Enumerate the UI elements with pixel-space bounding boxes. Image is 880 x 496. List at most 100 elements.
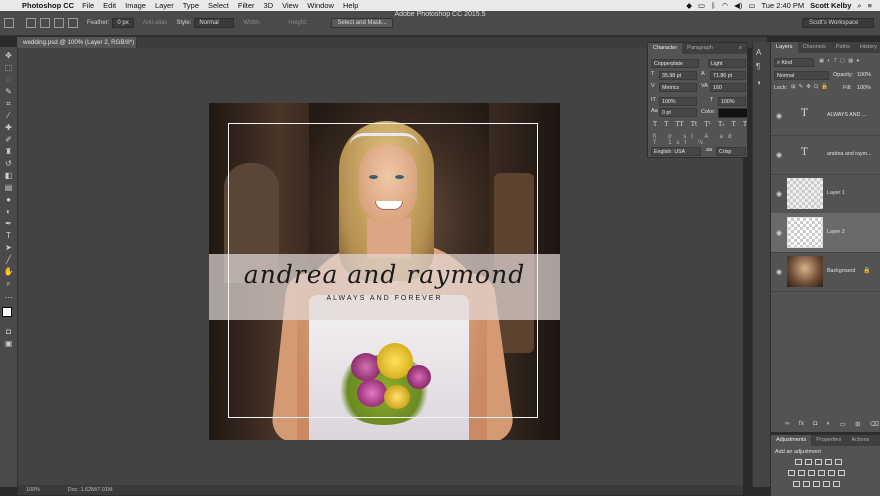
all-caps-button[interactable]: TT [675, 121, 683, 128]
character-panel-icon[interactable]: A [756, 48, 761, 57]
black-white-icon[interactable] [808, 470, 815, 476]
link-layers-icon[interactable]: ∞ [785, 420, 790, 428]
zoom-level[interactable]: 100% [26, 487, 40, 493]
add-selection-icon[interactable] [40, 18, 50, 28]
underline-button[interactable]: T [732, 121, 736, 128]
app-menu[interactable]: Photoshop CC [22, 1, 74, 10]
layer-name[interactable]: ALWAYS AND ... [827, 112, 866, 118]
leading-input[interactable]: 71.86 pt [710, 71, 746, 80]
zoom-tool-icon[interactable]: ⌕ [3, 279, 14, 288]
tab-layers[interactable]: Layers [771, 42, 798, 53]
wifi-icon[interactable]: ◠ [722, 1, 729, 10]
menu-help[interactable]: Help [343, 1, 358, 10]
quick-select-tool-icon[interactable]: ✎ [3, 87, 14, 96]
color-lookup-icon[interactable] [838, 470, 845, 476]
menu-edit[interactable]: Edit [103, 1, 116, 10]
layer-row-selected[interactable]: ◉ Layer 2 [771, 213, 880, 253]
type-tool-icon[interactable]: T [3, 231, 14, 240]
eraser-tool-icon[interactable]: ◧ [3, 171, 14, 180]
horizontal-scale-input[interactable]: 100% [718, 97, 746, 106]
brightness-icon[interactable] [795, 459, 802, 465]
color-panel-icon[interactable]: ◑ [756, 78, 761, 87]
eyedropper-tool-icon[interactable]: ⁄ [3, 111, 14, 120]
faux-italic-button[interactable]: T [664, 121, 668, 128]
layer-filter-icons[interactable]: ▣◐T▢▦● [819, 58, 863, 64]
move-tool-icon[interactable]: ✥ [3, 51, 14, 60]
photo-filter-icon[interactable] [818, 470, 825, 476]
tab-paths[interactable]: Paths [831, 42, 855, 53]
select-and-mask-button[interactable]: Select and Mask... [331, 18, 393, 28]
document-canvas[interactable]: andrea and raymond ALWAYS AND FOREVER [209, 103, 560, 440]
tab-actions[interactable]: Actions [846, 435, 874, 446]
blur-tool-icon[interactable]: ● [3, 195, 14, 204]
visibility-eye-icon[interactable]: ◉ [776, 151, 782, 159]
exposure-icon[interactable] [825, 459, 832, 465]
layer-filter-select[interactable]: ⌕ Kind [774, 58, 814, 67]
foreground-color-swatch[interactable] [2, 307, 12, 317]
bluetooth-icon[interactable]: ᛒ [711, 1, 716, 10]
gradient-map-icon[interactable] [823, 481, 830, 487]
trash-icon[interactable]: ⌫ [870, 420, 879, 428]
subscript-button[interactable]: T₁ [718, 121, 724, 128]
more-tools-icon[interactable]: ⋯ [3, 293, 14, 302]
document-tab[interactable]: wedding.psd @ 100% (Layer 2, RGB/8*) * [17, 37, 137, 57]
kerning-select[interactable]: Metrics [659, 83, 697, 92]
layer-name[interactable]: andrea and raym... [827, 151, 871, 157]
channel-mixer-icon[interactable] [828, 470, 835, 476]
menu-file[interactable]: File [82, 1, 94, 10]
clock[interactable]: Tue 2:40 PM [761, 1, 804, 10]
tab-properties[interactable]: Properties [811, 435, 846, 446]
tab-character[interactable]: Character [648, 43, 683, 54]
font-style-select[interactable]: Light [708, 59, 746, 68]
tab-adjustments[interactable]: Adjustments [771, 435, 812, 446]
menu-3d[interactable]: 3D [264, 1, 274, 10]
fill-input[interactable]: 100% [857, 85, 871, 91]
vibrance-icon[interactable] [835, 459, 842, 465]
posterize-icon[interactable] [803, 481, 810, 487]
style-select[interactable]: Normal [194, 18, 235, 28]
tab-paragraph[interactable]: Paragraph [682, 43, 718, 54]
new-layer-icon[interactable]: ⊞ [855, 420, 860, 428]
crop-tool-icon[interactable]: ⌗ [3, 99, 14, 108]
menu-image[interactable]: Image [125, 1, 146, 10]
clone-stamp-tool-icon[interactable]: ♜ [3, 147, 14, 156]
feather-input[interactable]: 0 px [112, 18, 134, 28]
layer-row[interactable]: ◉ T ALWAYS AND ... [771, 96, 880, 136]
brush-tool-icon[interactable]: ✐ [3, 135, 14, 144]
menu-type[interactable]: Type [183, 1, 199, 10]
history-brush-tool-icon[interactable]: ↺ [3, 159, 14, 168]
menu-view[interactable]: View [282, 1, 298, 10]
hue-saturation-icon[interactable] [788, 470, 795, 476]
display-icon[interactable]: ▭ [698, 1, 705, 10]
doc-size[interactable]: Doc: 1.62M/7.01M [68, 487, 113, 493]
spotlight-icon[interactable]: ⌕ [857, 1, 861, 11]
path-selection-tool-icon[interactable]: ➤ [3, 243, 14, 252]
new-adjustment-icon[interactable]: ◐ [826, 420, 830, 428]
faux-bold-button[interactable]: T [653, 121, 657, 128]
opacity-input[interactable]: 100% [857, 72, 871, 78]
menu-window[interactable]: Window [307, 1, 334, 10]
layer-row[interactable]: ◉ Layer 1 [771, 174, 880, 214]
volume-icon[interactable]: ◀) [734, 1, 742, 10]
levels-icon[interactable] [805, 459, 812, 465]
new-selection-icon[interactable] [26, 18, 36, 28]
tracking-input[interactable]: 160 [710, 83, 746, 92]
line-tool-icon[interactable]: ╱ [3, 255, 14, 264]
opentype-buttons[interactable]: ﬁ ơ st A ad T 1st ½ [653, 134, 747, 146]
visibility-eye-icon[interactable]: ◉ [776, 268, 782, 276]
dropbox-icon[interactable]: ◆ [686, 1, 692, 10]
paragraph-panel-icon[interactable]: ¶ [756, 62, 760, 71]
fx-icon[interactable]: fx [799, 420, 804, 428]
intersect-selection-icon[interactable] [68, 18, 78, 28]
tab-channels[interactable]: Channels [798, 42, 831, 53]
visibility-eye-icon[interactable]: ◉ [776, 112, 782, 120]
visibility-eye-icon[interactable]: ◉ [776, 190, 782, 198]
antialias-select[interactable]: Crisp [716, 147, 746, 156]
menu-layer[interactable]: Layer [155, 1, 174, 10]
menu-filter[interactable]: Filter [238, 1, 255, 10]
pen-tool-icon[interactable]: ✒ [3, 219, 14, 228]
visibility-eye-icon[interactable]: ◉ [776, 229, 782, 237]
marquee-preset-icon[interactable] [4, 18, 14, 28]
gradient-tool-icon[interactable]: ▤ [3, 183, 14, 192]
invert-icon[interactable] [793, 481, 800, 487]
